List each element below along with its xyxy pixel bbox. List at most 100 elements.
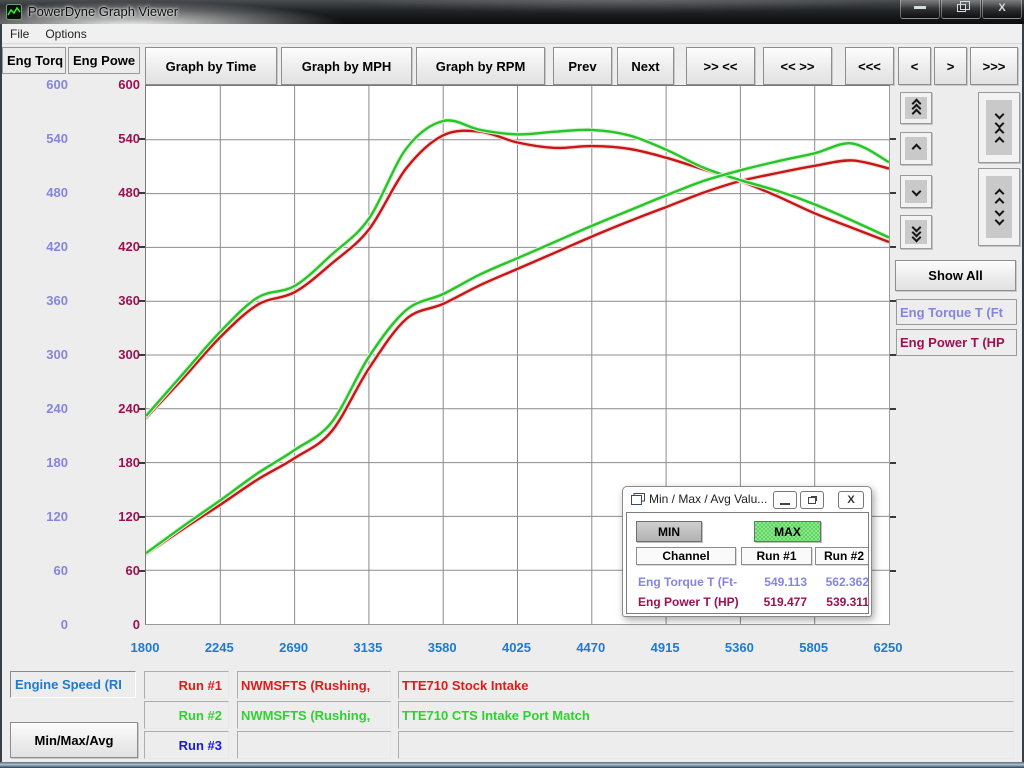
scroll-up-fast-button[interactable]	[900, 92, 932, 124]
chevron-up-icon	[994, 136, 1004, 146]
run-file-box-3[interactable]	[237, 731, 391, 759]
toolbar-button-[interactable]: >	[934, 47, 967, 85]
torque-axis-tick-240: 240	[20, 401, 68, 416]
rpm-axis-tick-4025: 4025	[482, 640, 552, 655]
minmaxavg-button[interactable]: Min/Max/Avg	[10, 722, 138, 758]
close-icon: X	[998, 2, 1005, 14]
max-toggle-button[interactable]: MAX	[754, 521, 821, 542]
run-label-box-2[interactable]: Run #2	[144, 701, 229, 729]
toolbar-button-next[interactable]: Next	[617, 47, 674, 85]
minmax-header-channel[interactable]: Channel	[636, 547, 736, 565]
show-all-button[interactable]: Show All	[895, 260, 1016, 291]
rpm-axis-tick-3135: 3135	[333, 640, 403, 655]
right-axis-tick	[890, 462, 896, 464]
minmax-channel-0: Eng Torque T (Ft-	[638, 575, 737, 589]
minimize-icon	[780, 503, 790, 505]
minimize-button[interactable]	[900, 0, 940, 19]
toolbar-button-prev[interactable]: Prev	[553, 47, 612, 85]
power-axis-tick-420: 420	[92, 239, 140, 254]
close-icon: X	[847, 494, 854, 506]
minmax-values-window[interactable]: Min / Max / Avg Valu... X MIN MAX Channe…	[622, 486, 872, 617]
torque-axis-tab[interactable]: Eng Torq	[2, 47, 66, 74]
rpm-axis-tick-5805: 5805	[779, 640, 849, 655]
side-channel-label-torque: Eng Torque T (Ft	[896, 299, 1017, 325]
minmax-close-button[interactable]: X	[838, 491, 864, 509]
restore-button[interactable]	[941, 0, 981, 19]
toolbar-button-[interactable]: << >>	[763, 47, 832, 85]
menu-bar: FileOptions	[2, 24, 1022, 44]
rpm-axis-tick-5360: 5360	[704, 640, 774, 655]
torque-axis-tick-0: 0	[20, 617, 68, 632]
minmax-header-run-2[interactable]: Run #2	[815, 547, 869, 565]
minmax-header-run-1[interactable]: Run #1	[741, 547, 812, 565]
minimize-icon	[914, 6, 926, 9]
minmax-channel-1: Eng Power T (HP)	[638, 595, 739, 609]
run-description-box-2[interactable]: TTE710 CTS Intake Port Match	[398, 701, 1014, 729]
scroll-up-fast-button-face	[905, 97, 927, 119]
run-file-box-1[interactable]: NWMSFTS (Rushing,	[237, 671, 391, 699]
power-axis-tick-0: 0	[92, 617, 140, 632]
toolbar-button-[interactable]: <	[898, 47, 931, 85]
right-axis-tick	[890, 516, 896, 518]
power-axis-tick-120: 120	[92, 509, 140, 524]
torque-axis-tick-60: 60	[20, 563, 68, 578]
x-axis-channel-label: Engine Speed (RI	[15, 677, 122, 692]
scale-contract-button[interactable]	[978, 92, 1020, 163]
scale-expand-button[interactable]	[978, 168, 1020, 246]
run-label-box-1[interactable]: Run #1	[144, 671, 229, 699]
power-axis-tab[interactable]: Eng Powe	[68, 47, 140, 74]
side-channel-label-power: Eng Power T (HP	[896, 329, 1017, 356]
run-file-box-2[interactable]: NWMSFTS (Rushing,	[237, 701, 391, 729]
right-axis-tick	[890, 570, 896, 572]
torque-axis-tick-420: 420	[20, 239, 68, 254]
scale-expand-button-face	[986, 176, 1012, 238]
min-toggle-button[interactable]: MIN	[636, 521, 702, 542]
torque-axis-tick-600: 600	[20, 77, 68, 92]
toolbar-button-graph-by-rpm[interactable]: Graph by RPM	[416, 47, 545, 85]
power-axis-tick-480: 480	[92, 185, 140, 200]
minmax-run1-value-0: 549.113	[741, 575, 807, 589]
rpm-axis-tick-4915: 4915	[630, 640, 700, 655]
run-label-box-3[interactable]: Run #3	[144, 731, 229, 759]
window-title: PowerDyne Graph Viewer	[28, 4, 178, 19]
toolbar-button-[interactable]: >> <<	[686, 47, 755, 85]
close-button[interactable]: X	[982, 0, 1022, 19]
torque-axis-tick-120: 120	[20, 509, 68, 524]
toolbar-button-graph-by-mph[interactable]: Graph by MPH	[281, 47, 412, 85]
torque-axis-tick-300: 300	[20, 347, 68, 362]
toolbar-button-[interactable]: >>>	[970, 47, 1018, 85]
right-axis-tick	[890, 138, 896, 140]
chevron-down-icon	[994, 216, 1004, 226]
title-bar[interactable]: PowerDyne Graph Viewer X	[0, 0, 1024, 24]
powerdyne-graph-viewer-window: PowerDyne Graph Viewer X FileOptions Eng…	[0, 0, 1024, 768]
right-axis-tick	[890, 246, 896, 248]
minmax-table: MIN MAX Channel Run #1Run #2 Eng Torque T…	[626, 512, 869, 614]
run-description-box-1[interactable]: TTE710 Stock Intake	[398, 671, 1014, 699]
power-axis-tick-60: 60	[92, 563, 140, 578]
chevron-down-icon	[911, 187, 921, 197]
scroll-down-button[interactable]	[900, 175, 932, 208]
power-axis-tick-180: 180	[92, 455, 140, 470]
menu-item-options[interactable]: Options	[37, 24, 94, 44]
torque-axis-tick-180: 180	[20, 455, 68, 470]
menu-item-file[interactable]: File	[2, 24, 37, 44]
minmax-minimize-button[interactable]	[773, 491, 797, 509]
toolbar-button-[interactable]: <<<	[845, 47, 894, 85]
rpm-axis-tick-2690: 2690	[259, 640, 329, 655]
rpm-axis-tick-2245: 2245	[184, 640, 254, 655]
power-axis-tick-600: 600	[92, 77, 140, 92]
minmax-restore-button[interactable]	[800, 491, 824, 509]
scroll-up-button-face	[905, 137, 927, 160]
scroll-up-button[interactable]	[900, 132, 932, 165]
restore-icon	[808, 497, 816, 504]
x-axis-channel-box[interactable]: Engine Speed (RI	[10, 671, 136, 698]
toolbar-button-graph-by-time[interactable]: Graph by Time	[145, 47, 277, 85]
scroll-down-fast-button[interactable]	[900, 215, 932, 249]
run-description-box-3[interactable]	[398, 731, 1014, 759]
rpm-axis-tick-3580: 3580	[407, 640, 477, 655]
power-axis-tick-240: 240	[92, 401, 140, 416]
rpm-axis-tick-6250: 6250	[853, 640, 923, 655]
minmax-run1-value-1: 519.477	[741, 595, 807, 609]
minmax-run2-value-0: 562.362	[815, 575, 869, 589]
power-axis-tick-360: 360	[92, 293, 140, 308]
